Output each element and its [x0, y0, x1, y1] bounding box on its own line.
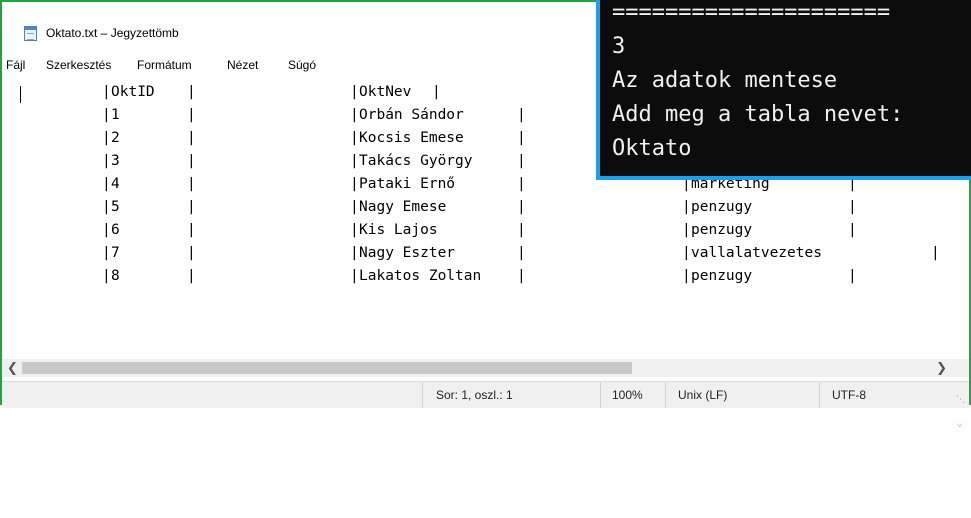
status-bar: Sor: 1, oszl.: 1 100% Unix (LF) UTF-8 ⋱ — [2, 381, 969, 408]
row-dept: vallalatvezetes — [691, 245, 822, 261]
console-line: Oktato — [612, 136, 692, 161]
table-row: | 5 | | Nagy Emese | | penzugy | — [2, 196, 857, 219]
table-row: | 2 | | Kocsis Emese | — [2, 127, 526, 150]
horizontal-scrollbar[interactable]: ❮ ❯ — [2, 359, 969, 377]
chevron-right-icon[interactable]: ❯ — [936, 360, 947, 376]
console-line: ===================== — [612, 0, 891, 25]
menu-help[interactable]: Súgó — [288, 58, 316, 72]
row-name: Nagy Eszter — [359, 245, 456, 261]
header-line: | OktID | | OktNev | — [2, 81, 441, 104]
row-id: 6 — [111, 222, 120, 238]
row-id: 1 — [111, 107, 120, 123]
scrollbar-thumb[interactable] — [22, 362, 632, 374]
row-name: Orbán Sándor — [359, 107, 464, 123]
row-id: 8 — [111, 268, 120, 284]
table-row: | 6 | | Kis Lajos | | penzugy | — [2, 219, 857, 242]
header-name: OktNev — [359, 84, 412, 100]
row-name: Kocsis Emese — [359, 130, 464, 146]
cursor-position: Sor: 1, oszl.: 1 — [436, 388, 513, 402]
encoding: UTF-8 — [832, 388, 866, 402]
row-dept: penzugy — [691, 268, 753, 284]
row-id: 7 — [111, 245, 120, 261]
row-dept: penzugy — [691, 199, 753, 215]
row-id: 3 — [111, 153, 120, 169]
line-ending: Unix (LF) — [678, 388, 728, 402]
header-id: OktID — [111, 84, 155, 100]
chevron-down-icon[interactable]: ⌄ — [956, 416, 963, 429]
table-row: | 8 | | Lakatos Zoltan | | penzugy | — [2, 265, 857, 288]
menu-edit[interactable]: Szerkesztés — [46, 58, 111, 72]
row-id: 5 — [111, 199, 120, 215]
table-row: | 1 | | Orbán Sándor | — [2, 104, 526, 127]
console-window: ===================== 3 Az adatok mentes… — [596, 0, 971, 180]
window-title: Oktato.txt – Jegyzettömb — [46, 26, 179, 40]
row-dept: penzugy — [691, 222, 753, 238]
menu-format[interactable]: Formátum — [137, 58, 192, 72]
row-id: 2 — [111, 130, 120, 146]
menu-view[interactable]: Nézet — [227, 58, 258, 72]
row-name: Nagy Emese — [359, 199, 447, 215]
notepad-icon — [24, 26, 37, 41]
console-line: 3 — [612, 34, 626, 59]
row-name: Takács György — [359, 153, 473, 169]
table-row: | 3 | | Takács György | — [2, 150, 526, 173]
console-line: Add meg a tabla nevet: — [612, 102, 904, 127]
table-row: | 7 | | Nagy Eszter | | vallalatvezetes … — [2, 242, 940, 265]
menu-file[interactable]: Fájl — [6, 58, 25, 72]
row-name: Pataki Ernő — [359, 176, 456, 192]
console-line: Az adatok mentese — [612, 68, 838, 93]
row-name: Kis Lajos — [359, 222, 438, 238]
chevron-left-icon[interactable]: ❮ — [7, 360, 18, 376]
table-row: | 4 | | Pataki Ernő | | marketing | — [2, 173, 857, 196]
resize-grip-icon[interactable]: ⋱ — [956, 394, 965, 405]
row-name: Lakatos Zoltan — [359, 268, 482, 284]
row-id: 4 — [111, 176, 120, 192]
zoom-level: 100% — [612, 388, 643, 402]
